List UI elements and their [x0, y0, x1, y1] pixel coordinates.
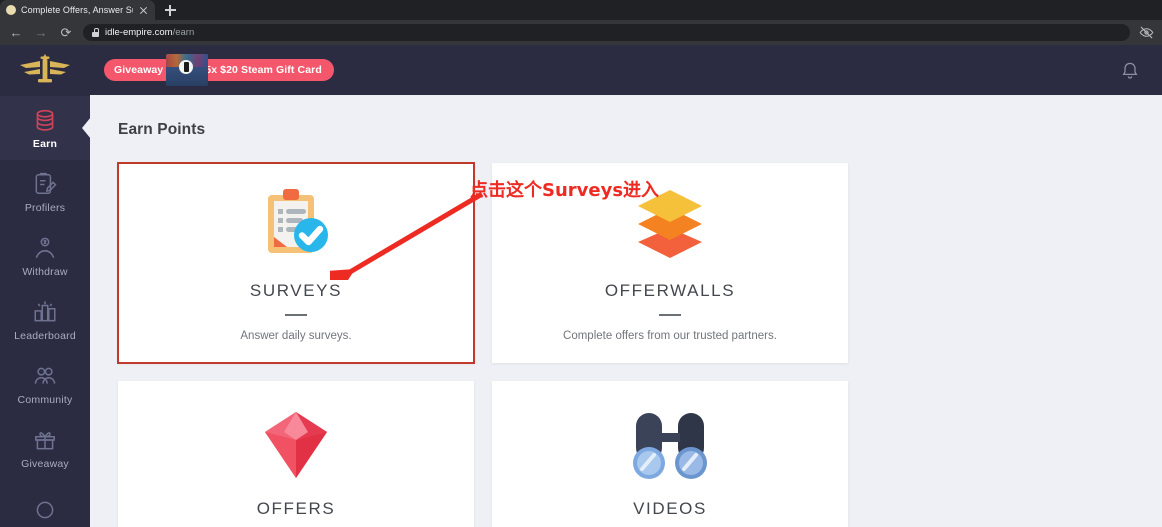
url-path: /earn [172, 27, 195, 38]
page-title: Earn Points [118, 121, 206, 138]
card-description: Complete offers from our trusted partner… [563, 330, 777, 342]
sidebar-nav: Earn Profilers Withdraw Leaderboard Comm… [0, 92, 90, 527]
card-title: OFFERS [256, 499, 336, 518]
back-icon[interactable]: ← [8, 25, 24, 41]
gem-glyph [265, 412, 327, 478]
podium-icon [34, 300, 56, 321]
clipboard-check-glyph [268, 189, 328, 253]
sidebar-item-label: Profilers [24, 201, 66, 214]
sidebar-item-label: Giveaway [21, 457, 69, 470]
browser-window: Complete Offers, Answer Surv ← → ⟳ idle-… [0, 0, 1162, 527]
hand-coin-icon [35, 237, 55, 258]
sidebar-item-giveaway[interactable]: Giveaway [0, 416, 90, 480]
sidebar-item-label: Community [17, 393, 73, 406]
site-favicon [6, 5, 16, 15]
binoculars-glyph [633, 413, 707, 479]
new-tab-button[interactable] [158, 0, 182, 20]
sidebar: Earn Profilers Withdraw Leaderboard Comm… [0, 45, 90, 527]
eagle-logo-icon [20, 53, 70, 82]
card-description: Answer daily surveys. [240, 330, 352, 342]
web-page: Earn Profilers Withdraw Leaderboard Comm… [0, 45, 1162, 527]
toolbar-actions [1139, 25, 1154, 40]
card-title: VIDEOS [633, 499, 707, 518]
sidebar-item-label: Earn [32, 137, 58, 150]
partial-icon [36, 501, 54, 518]
giveaway-thumbnail-icon [166, 54, 208, 86]
url-domain: idle-empire.com [105, 27, 173, 38]
sidebar-item-community[interactable]: Community [0, 352, 90, 416]
sidebar-item-label: Leaderboard [14, 329, 76, 342]
giveaway-banner[interactable]: Giveaway 5x $20 Steam Gift Card [104, 54, 334, 86]
browser-tab[interactable]: Complete Offers, Answer Surv [0, 0, 155, 20]
annotation-text: 点击这个Surveys进入 [470, 180, 660, 201]
card-title: OFFERWALLS [604, 281, 736, 300]
bell-icon[interactable] [1120, 59, 1140, 81]
red-pointer-arrow [330, 191, 484, 280]
sidebar-item-profilers[interactable]: Profilers [0, 160, 90, 224]
tab-title: Complete Offers, Answer Surv [21, 5, 133, 15]
clipboard-check-icon [254, 177, 338, 277]
card-title: SURVEYS [249, 281, 343, 300]
url-text: idle-empire.com/earn [105, 27, 194, 38]
binoculars-icon [620, 395, 720, 495]
forward-icon[interactable]: → [33, 25, 49, 41]
lock-icon [92, 28, 100, 37]
eye-slash-icon[interactable] [1139, 25, 1154, 40]
tab-strip: Complete Offers, Answer Surv [0, 0, 1162, 20]
app-header: Giveaway 5x $20 Steam Gift Card [90, 45, 1162, 95]
card-divider [659, 314, 681, 316]
idle-empire-eagle-logo[interactable] [0, 45, 90, 92]
sidebar-item-leaderboard[interactable]: Leaderboard [0, 288, 90, 352]
browser-toolbar: ← → ⟳ idle-empire.com/earn [0, 20, 1162, 45]
sidebar-item-partial[interactable] [0, 480, 90, 527]
sidebar-item-label: Withdraw [22, 265, 68, 278]
people-icon [34, 367, 56, 384]
reload-icon[interactable]: ⟳ [58, 25, 74, 41]
gift-icon [35, 431, 55, 449]
card-offers[interactable]: OFFERS Complete curated offers. [118, 381, 474, 527]
card-divider [285, 314, 307, 316]
giveaway-prize-label: 5x $20 Steam Gift Card [205, 64, 322, 76]
clipboard-pen-icon [35, 172, 57, 194]
card-videos[interactable]: VIDEOS [492, 381, 848, 527]
gem-icon [251, 395, 341, 495]
sidebar-item-withdraw[interactable]: Withdraw [0, 224, 90, 288]
close-icon[interactable] [138, 5, 149, 16]
coins-icon [36, 109, 54, 131]
address-bar[interactable]: idle-empire.com/earn [83, 24, 1130, 41]
main-content: Earn Points SURVEYS Answer daily surveys… [90, 95, 1162, 527]
giveaway-label: Giveaway [114, 64, 164, 76]
sidebar-item-earn[interactable]: Earn [0, 96, 90, 160]
